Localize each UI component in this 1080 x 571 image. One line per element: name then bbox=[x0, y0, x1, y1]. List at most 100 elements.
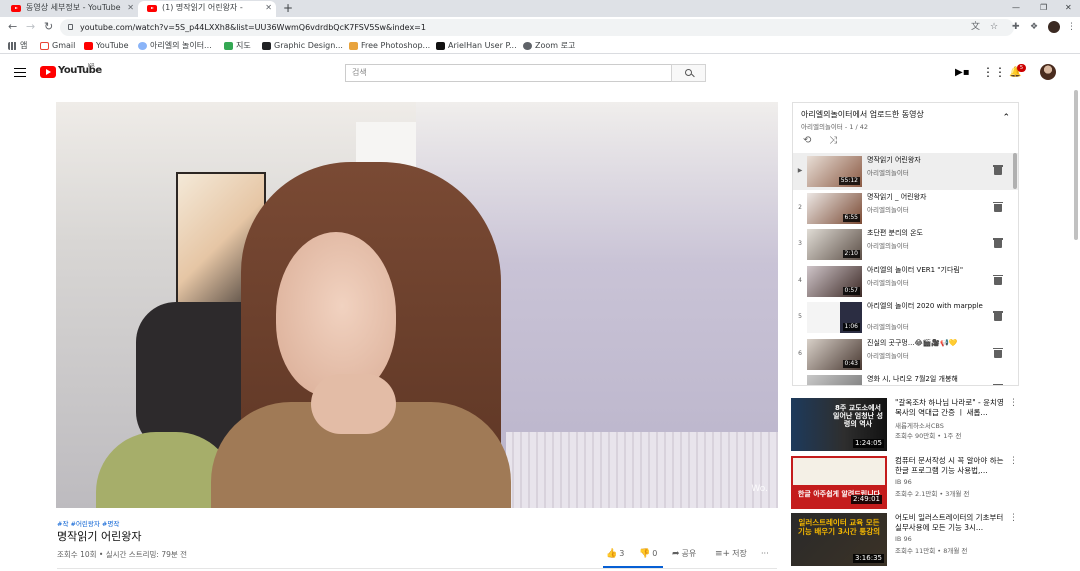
duration-badge: 2:49:01 bbox=[851, 495, 882, 504]
bookmark-maps[interactable]: 지도 bbox=[224, 39, 251, 53]
youtube-wordmark[interactable]: YouTube bbox=[58, 65, 102, 76]
recommended-channel[interactable]: IB 96 bbox=[895, 535, 912, 543]
search-button[interactable] bbox=[671, 64, 706, 82]
browser-tab-1[interactable]: 동영상 세부정보 - YouTube ✕ bbox=[2, 1, 138, 17]
maps-icon bbox=[224, 42, 233, 50]
duration-badge: 0:43 bbox=[842, 359, 860, 368]
loop-icon[interactable]: ⟲ bbox=[803, 135, 811, 146]
playlist-item[interactable]: ▶ 55:12 명작읽기 어린왕자 아리엘의놀이터 bbox=[793, 153, 1018, 190]
recommended-video[interactable]: 8주 교도소에서 일어난 엄청난 성령의 역사 1:24:05 "갈옥조차 하나… bbox=[791, 398, 1021, 454]
browser-tab-2[interactable]: (1) 명작읽기 어린왕자 - ✕ bbox=[138, 1, 276, 17]
save-button[interactable]: ≡+ 저장 bbox=[715, 548, 747, 560]
trash-icon[interactable] bbox=[993, 201, 1003, 212]
playlist-item[interactable]: 3 2:10 초단편 분리의 온도 아리엘의놀이터 bbox=[793, 226, 1018, 263]
trash-icon[interactable] bbox=[993, 165, 1003, 175]
collapse-chevron-up-icon[interactable]: ⌃ bbox=[1002, 113, 1010, 123]
globe-icon bbox=[523, 42, 532, 50]
playlist-item[interactable]: 6 0:43 진실의 곳구멍...😂🎬🎥📢💛 아리엘의놀이터 bbox=[793, 336, 1018, 373]
recommended-thumbnail[interactable]: 일러스트레이터 교육 모든기능 배우기 3시간 통강의 3:16:35 bbox=[791, 513, 887, 566]
hamburger-menu-icon[interactable] bbox=[14, 68, 26, 77]
dislike-button[interactable]: 👎 0 bbox=[639, 548, 657, 560]
share-button[interactable]: ➦ 공유 bbox=[672, 548, 696, 560]
video-view-meta: 조회수 10회 • 실시간 스트리밍: 79분 전 bbox=[57, 550, 188, 559]
trash-icon[interactable] bbox=[993, 238, 1003, 248]
photoshop-icon bbox=[349, 42, 358, 50]
youtube-logo-icon[interactable] bbox=[40, 66, 56, 78]
bookmark-youtube[interactable]: YouTube bbox=[84, 39, 129, 53]
like-button[interactable]: 👍 3 bbox=[606, 548, 624, 560]
video-hashtags[interactable]: #작 #어린왕자 #명작 bbox=[57, 518, 119, 528]
share-label: 공유 bbox=[681, 549, 697, 558]
playlist-item[interactable]: 5 1:06 아리엘의 놀이터 2020 with marpple 아리엘의놀이… bbox=[793, 299, 1018, 336]
playlist-item-channel: 아리엘의놀이터 bbox=[867, 278, 909, 287]
playlist-item-thumbnail: 0:57 bbox=[807, 265, 862, 297]
recommended-meta: 조회수 2.1만회 • 3개월 전 bbox=[895, 490, 970, 498]
recommended-video[interactable]: 한글 아주쉽게 알려드립니다 2:49:01 컴퓨터 문서작성 시 꼭 알아야 … bbox=[791, 456, 1021, 512]
window-close-icon[interactable]: ✕ bbox=[1065, 0, 1072, 16]
close-tab-icon[interactable]: ✕ bbox=[265, 1, 272, 15]
playlist-title[interactable]: 아리엘의놀이터에서 업로드한 동영상 bbox=[801, 109, 924, 120]
more-actions-button[interactable]: ··· bbox=[761, 548, 769, 560]
playlist-item-thumbnail: 55:12 bbox=[807, 156, 862, 187]
bookmark-gmail[interactable]: Gmail bbox=[40, 39, 75, 53]
extension-icon[interactable]: ✚ bbox=[1012, 20, 1020, 34]
close-tab-icon[interactable]: ✕ bbox=[127, 1, 134, 15]
playlist-item[interactable]: 2 6:55 명작읽기 _ 어린왕자 아리엘의놀이터 bbox=[793, 190, 1018, 227]
forward-arrow-icon[interactable]: → bbox=[26, 19, 35, 35]
duration-badge: 1:24:05 bbox=[853, 439, 884, 448]
playlist-item-channel: 아리엘의놀이터 bbox=[867, 205, 909, 214]
thumbs-down-icon: 👎 bbox=[639, 549, 651, 559]
trash-icon[interactable] bbox=[993, 347, 1003, 358]
recommended-title: "갈옥조차 하나님 나라로" - 윤치영 목사의 역대급 간증 ㅣ 새롭... bbox=[895, 398, 1004, 417]
back-arrow-icon[interactable]: ← bbox=[8, 19, 17, 35]
more-vertical-icon[interactable]: ⋮ bbox=[1009, 513, 1018, 523]
bookmark-free-photoshop[interactable]: Free Photoshop... bbox=[349, 39, 430, 53]
playlist-item-title: 명작읽기 _ 어린왕자 bbox=[867, 192, 927, 201]
youtube-favicon-icon bbox=[147, 5, 157, 12]
new-tab-button[interactable]: + bbox=[283, 0, 293, 16]
chrome-menu-icon[interactable]: ⋮ bbox=[1067, 20, 1076, 34]
page-scrollbar[interactable] bbox=[1074, 90, 1078, 240]
avatar[interactable] bbox=[1040, 64, 1056, 80]
globe-icon bbox=[138, 42, 147, 50]
apps-grid-icon[interactable]: ⋮⋮ bbox=[982, 66, 1006, 78]
recommended-title: 어도비 일러스트레이터의 기초부터 실무사용에 모든 기능 3시... bbox=[895, 513, 1004, 532]
trash-icon[interactable] bbox=[993, 384, 1003, 385]
video-player[interactable]: Wo. bbox=[56, 102, 778, 508]
playlist-scrollbar[interactable] bbox=[1013, 153, 1017, 189]
extension-icon-2[interactable]: ❖ bbox=[1030, 20, 1038, 34]
bookmark-graphic-design[interactable]: Graphic Design... bbox=[262, 39, 343, 53]
create-video-icon[interactable]: ▶▪ bbox=[955, 67, 969, 79]
trash-icon[interactable] bbox=[993, 274, 1003, 285]
more-vertical-icon[interactable]: ⋮ bbox=[1009, 456, 1018, 466]
restore-icon[interactable]: ❐ bbox=[1040, 0, 1047, 16]
bookmark-arielhan[interactable]: ArielHan User P... bbox=[436, 39, 517, 53]
playlist-item[interactable]: 4 0:57 아리엘의 놀이터 VER1 "기다림" 아리엘의놀이터 bbox=[793, 263, 1018, 300]
recommended-thumbnail[interactable]: 한글 아주쉽게 알려드립니다 2:49:01 bbox=[791, 456, 887, 509]
address-bar[interactable]: youtube.com/watch?v=5S_p44LXXh8&list=UU3… bbox=[60, 19, 1014, 36]
playlist-item-thumbnail: 2:10 bbox=[807, 229, 862, 260]
bookmark-label: ArielHan User P... bbox=[448, 41, 517, 50]
trash-icon[interactable] bbox=[993, 311, 1003, 321]
minimize-icon[interactable]: — bbox=[1012, 0, 1020, 16]
translate-icon[interactable]: 文 bbox=[971, 20, 980, 34]
recommended-thumbnail[interactable]: 8주 교도소에서 일어난 엄청난 성령의 역사 1:24:05 bbox=[791, 398, 887, 451]
search-input[interactable]: 검색 bbox=[345, 64, 671, 82]
duration-badge: 3:16:35 bbox=[853, 554, 884, 563]
playlist-item[interactable]: 7 영화 시, 나리오 7월2일 개봉해 bbox=[793, 372, 1018, 385]
country-code: KR bbox=[88, 63, 95, 69]
recommended-channel[interactable]: IB 96 bbox=[895, 478, 912, 486]
bookmark-apps[interactable]: 앱 bbox=[8, 39, 27, 53]
playlist-item-thumbnail: 1:06 bbox=[807, 302, 862, 333]
recommended-meta: 조회수 90만회 • 1주 전 bbox=[895, 432, 962, 440]
more-vertical-icon[interactable]: ⋮ bbox=[1009, 398, 1018, 408]
recommended-channel[interactable]: 새롭게하소서CBS bbox=[895, 420, 944, 430]
bookmark-zoom-logo[interactable]: Zoom 로고 bbox=[523, 39, 575, 53]
chrome-profile-avatar[interactable] bbox=[1048, 21, 1060, 33]
star-bookmark-icon[interactable]: ☆ bbox=[990, 20, 998, 34]
recommended-video[interactable]: 일러스트레이터 교육 모든기능 배우기 3시간 통강의 3:16:35 어도비 … bbox=[791, 513, 1021, 569]
video-title: 명작읽기 어린왕자 bbox=[57, 530, 142, 543]
shuffle-icon[interactable]: ⤨ bbox=[829, 135, 837, 146]
reload-icon[interactable]: ↻ bbox=[44, 19, 53, 35]
bookmark-ariel-playground[interactable]: 아리엘의 놀이터... bbox=[138, 39, 212, 53]
